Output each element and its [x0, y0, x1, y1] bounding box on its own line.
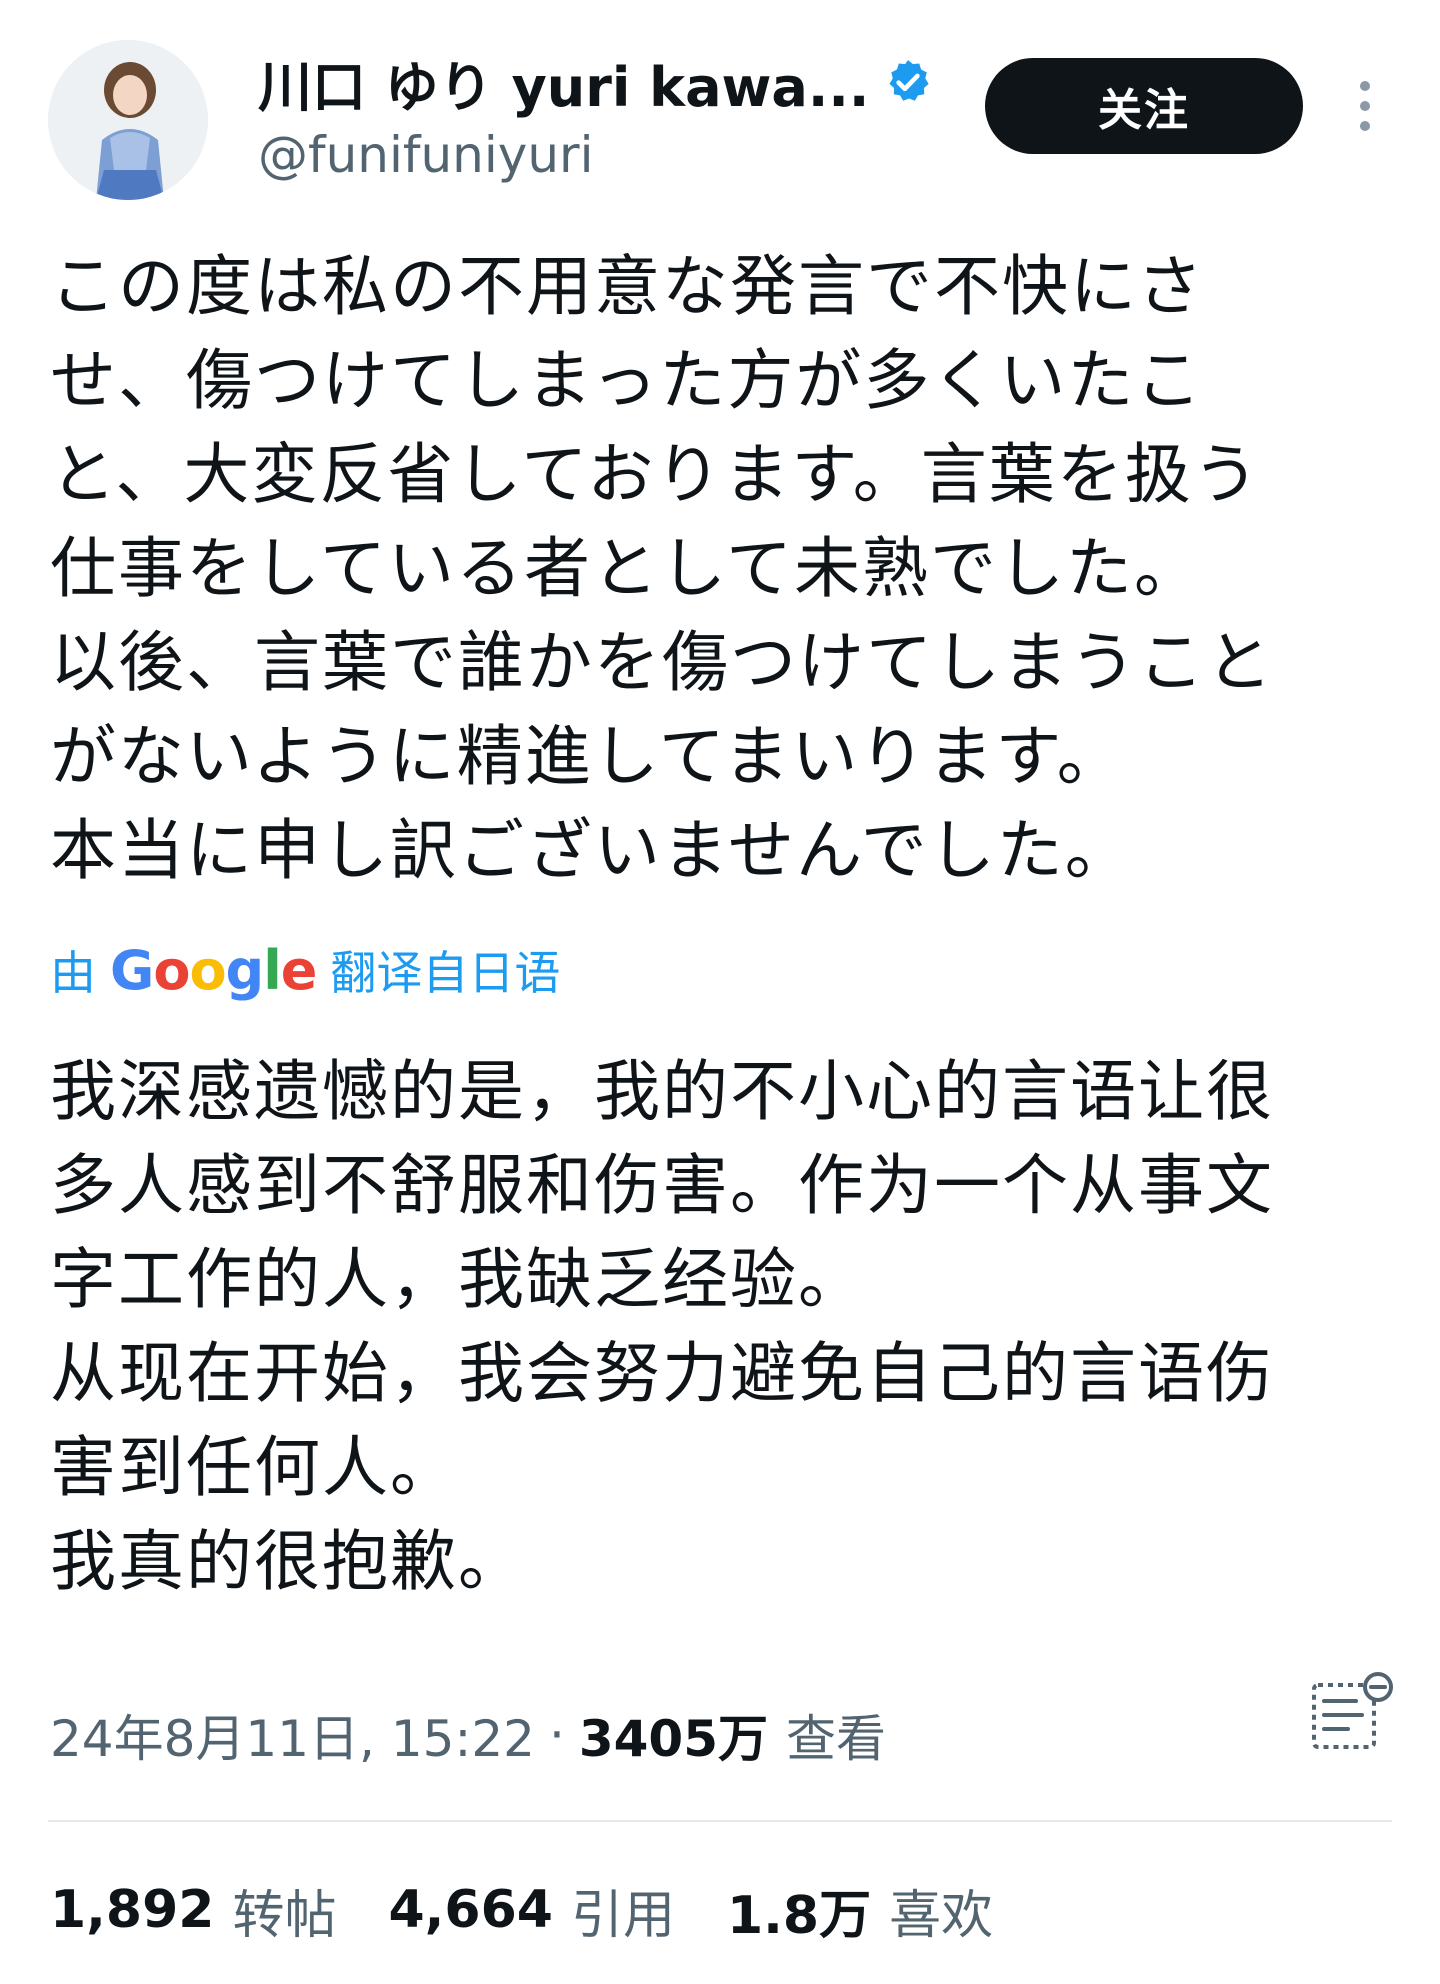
- author-handle[interactable]: @funifuniyuri: [258, 126, 933, 184]
- engagement-stats: 1,892 转帖 4,664 引用 1.8万 喜欢: [50, 1865, 1045, 1955]
- translated-tweet-text: 我深感遗憾的是，我的不小心的言语让很 多人感到不舒服和伤害。作为一个从事文 字工…: [50, 1053, 1274, 1600]
- author-info: 川口 ゆり yuri kawa... @funifuniyuri: [258, 42, 933, 184]
- avatar-image: [48, 40, 208, 200]
- views-count: 3405万: [578, 1710, 769, 1768]
- likes-stat[interactable]: 1.8万 喜欢: [727, 1873, 993, 1948]
- tweet-text: この度は私の不用意な発言で不快にさ せ、傷つけてしまった方が多くいたこ と、大変…: [50, 248, 1274, 889]
- reposts-count: 1,892: [50, 1880, 215, 1940]
- reposts-label: 转帖: [232, 1885, 337, 1946]
- quotes-count: 4,664: [388, 1880, 553, 1940]
- translation-suffix: 翻译自日语: [330, 946, 561, 1000]
- add-note-icon[interactable]: [1300, 1665, 1400, 1765]
- meta-separator: ·: [548, 1706, 565, 1764]
- tweet-detail-page: 川口 ゆり yuri kawa... @funifuniyuri 关注 この度は…: [0, 0, 1440, 1984]
- divider: [48, 1820, 1392, 1822]
- reposts-stat[interactable]: 1,892 转帖: [50, 1873, 337, 1948]
- author-display-name[interactable]: 川口 ゆり yuri kawa...: [258, 43, 869, 122]
- likes-count: 1.8万: [727, 1885, 872, 1946]
- verified-badge-icon: [883, 57, 933, 107]
- quotes-label: 引用: [570, 1885, 675, 1946]
- translation-prefix: 由: [50, 946, 96, 1000]
- tweet-timestamp[interactable]: 24年8月11日, 15:22: [50, 1699, 535, 1771]
- author-avatar[interactable]: [48, 40, 208, 200]
- translation-attribution[interactable]: 由 Google 翻译自日语: [50, 935, 560, 1005]
- google-logo-text: Google: [110, 938, 317, 1002]
- likes-label: 喜欢: [889, 1885, 994, 1946]
- views-label: 查看: [786, 1710, 887, 1768]
- tweet-meta: 24年8月11日, 15:22 · 3405万 查看: [50, 1690, 886, 1780]
- follow-button[interactable]: 关注: [985, 58, 1303, 154]
- more-options-icon[interactable]: [1345, 76, 1385, 136]
- quotes-stat[interactable]: 4,664 引用: [389, 1873, 676, 1948]
